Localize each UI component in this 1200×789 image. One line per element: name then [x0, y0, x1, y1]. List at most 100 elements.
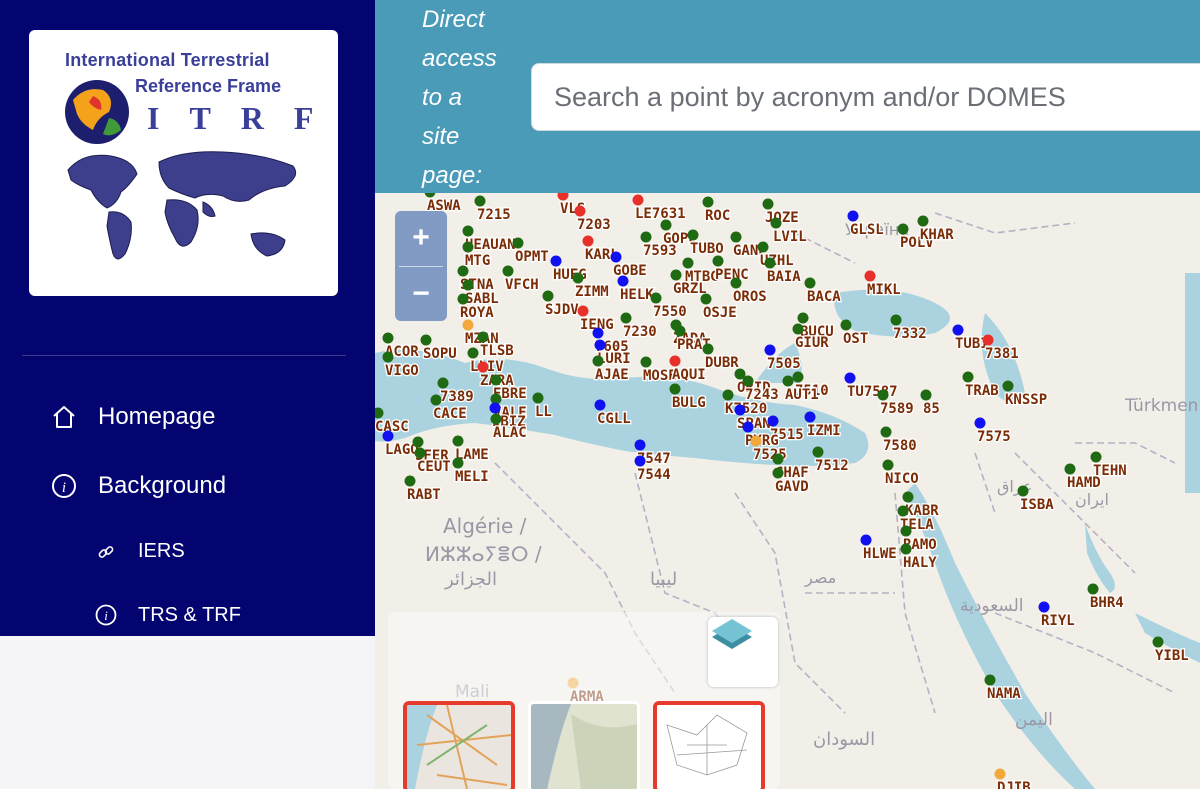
site-marker[interactable] — [632, 194, 644, 206]
site-label[interactable]: CACE — [432, 405, 468, 424]
site-marker[interactable] — [897, 223, 909, 235]
site-marker[interactable] — [792, 323, 804, 335]
site-marker[interactable] — [382, 351, 394, 363]
site-marker[interactable] — [882, 459, 894, 471]
site-marker[interactable] — [974, 417, 986, 429]
site-label[interactable]: CGLL — [596, 410, 632, 429]
site-label[interactable]: CEUT — [416, 458, 452, 477]
site-label[interactable]: VIGO — [384, 362, 420, 381]
site-label[interactable]: MTG — [464, 252, 492, 271]
site-label[interactable]: 7381 — [984, 345, 1020, 364]
site-marker[interactable] — [804, 277, 816, 289]
site-marker[interactable] — [804, 411, 816, 423]
site-marker[interactable] — [670, 269, 682, 281]
site-marker[interactable] — [577, 305, 589, 317]
site-label[interactable]: ISBA — [1019, 496, 1056, 515]
site-marker[interactable] — [792, 371, 804, 383]
site-marker[interactable] — [457, 293, 469, 305]
site-label[interactable]: ROYA — [459, 304, 496, 323]
site-marker[interactable] — [1090, 451, 1102, 463]
site-label[interactable]: LVIL — [772, 228, 808, 247]
site-marker[interactable] — [594, 399, 606, 411]
site-label[interactable]: IZMI — [806, 422, 842, 441]
site-marker[interactable] — [702, 343, 714, 355]
site-label[interactable]: OST — [842, 330, 870, 349]
site-label[interactable]: LL — [534, 403, 553, 422]
site-marker[interactable] — [877, 389, 889, 401]
basemap-thumb-streets[interactable] — [403, 701, 515, 789]
site-marker[interactable] — [730, 277, 742, 289]
site-marker[interactable] — [1087, 583, 1099, 595]
site-marker[interactable] — [650, 292, 662, 304]
nav-iers[interactable]: IERS — [96, 540, 185, 563]
site-label[interactable]: 7215 — [476, 206, 512, 225]
nav-background[interactable]: i Background — [50, 472, 226, 500]
site-label[interactable]: BULG — [671, 394, 707, 413]
site-marker[interactable] — [682, 257, 694, 269]
site-marker[interactable] — [592, 327, 604, 339]
site-marker[interactable] — [437, 377, 449, 389]
site-label[interactable]: 85 — [922, 400, 941, 419]
site-label[interactable]: GIUR — [794, 334, 831, 353]
site-marker[interactable] — [420, 334, 432, 346]
site-label[interactable]: K7520 — [724, 400, 769, 419]
site-marker[interactable] — [574, 205, 586, 217]
site-marker[interactable] — [764, 344, 776, 356]
site-marker[interactable] — [757, 241, 769, 253]
site-label[interactable]: RIYL — [1040, 612, 1076, 631]
site-marker[interactable] — [722, 389, 734, 401]
site-label[interactable]: MELI — [454, 468, 490, 487]
site-marker[interactable] — [557, 193, 569, 201]
site-marker[interactable] — [687, 229, 699, 241]
site-label[interactable]: SOPU — [422, 345, 458, 364]
site-label[interactable]: ROC — [704, 207, 732, 226]
site-marker[interactable] — [772, 453, 784, 465]
site-marker[interactable] — [462, 279, 474, 291]
site-label[interactable]: JOZE — [764, 209, 800, 228]
site-label[interactable]: GLSL — [849, 221, 885, 240]
site-marker[interactable] — [880, 426, 892, 438]
site-marker[interactable] — [512, 237, 524, 249]
site-marker[interactable] — [994, 768, 1006, 780]
site-marker[interactable] — [917, 215, 929, 227]
site-marker[interactable] — [900, 525, 912, 537]
site-marker[interactable] — [962, 371, 974, 383]
nav-homepage[interactable]: Homepage — [50, 403, 215, 431]
zoom-out-button[interactable]: − — [395, 267, 447, 321]
site-label[interactable]: TUBO — [689, 240, 725, 259]
site-label[interactable]: 7505 — [766, 355, 802, 374]
site-marker[interactable] — [532, 392, 544, 404]
site-label[interactable]: BHR4 — [1089, 594, 1125, 613]
site-marker[interactable] — [920, 389, 932, 401]
site-label[interactable]: HELK — [619, 286, 656, 305]
site-label[interactable]: YIBL — [1154, 647, 1190, 666]
site-marker[interactable] — [770, 217, 782, 229]
site-marker[interactable] — [1064, 463, 1076, 475]
site-label[interactable]: DJIB — [996, 779, 1032, 789]
site-marker[interactable] — [734, 404, 746, 416]
site-marker[interactable] — [462, 241, 474, 253]
layers-toggle-button[interactable] — [708, 617, 778, 687]
site-marker[interactable] — [860, 534, 872, 546]
site-marker[interactable] — [592, 355, 604, 367]
site-label[interactable]: HLWE — [862, 545, 898, 564]
site-label[interactable]: DUBR — [704, 354, 741, 373]
site-label[interactable]: GAVD — [774, 478, 810, 497]
site-label[interactable]: TU7587 — [846, 383, 899, 402]
site-marker[interactable] — [477, 331, 489, 343]
site-marker[interactable] — [572, 272, 584, 284]
site-marker[interactable] — [700, 293, 712, 305]
basemap-thumb-terrain[interactable] — [528, 701, 640, 789]
site-marker[interactable] — [1017, 485, 1029, 497]
site-marker[interactable] — [467, 347, 479, 359]
site-marker[interactable] — [640, 231, 652, 243]
site-marker[interactable] — [477, 361, 489, 373]
site-marker[interactable] — [610, 251, 622, 263]
zoom-in-button[interactable]: + — [395, 211, 447, 265]
site-marker[interactable] — [730, 231, 742, 243]
site-label[interactable]: 7389 — [439, 388, 475, 407]
site-label[interactable]: TLSB — [479, 342, 515, 361]
site-label[interactable]: SPAN — [736, 415, 772, 434]
site-label[interactable]: ZIMM — [574, 283, 610, 302]
site-marker[interactable] — [844, 372, 856, 384]
